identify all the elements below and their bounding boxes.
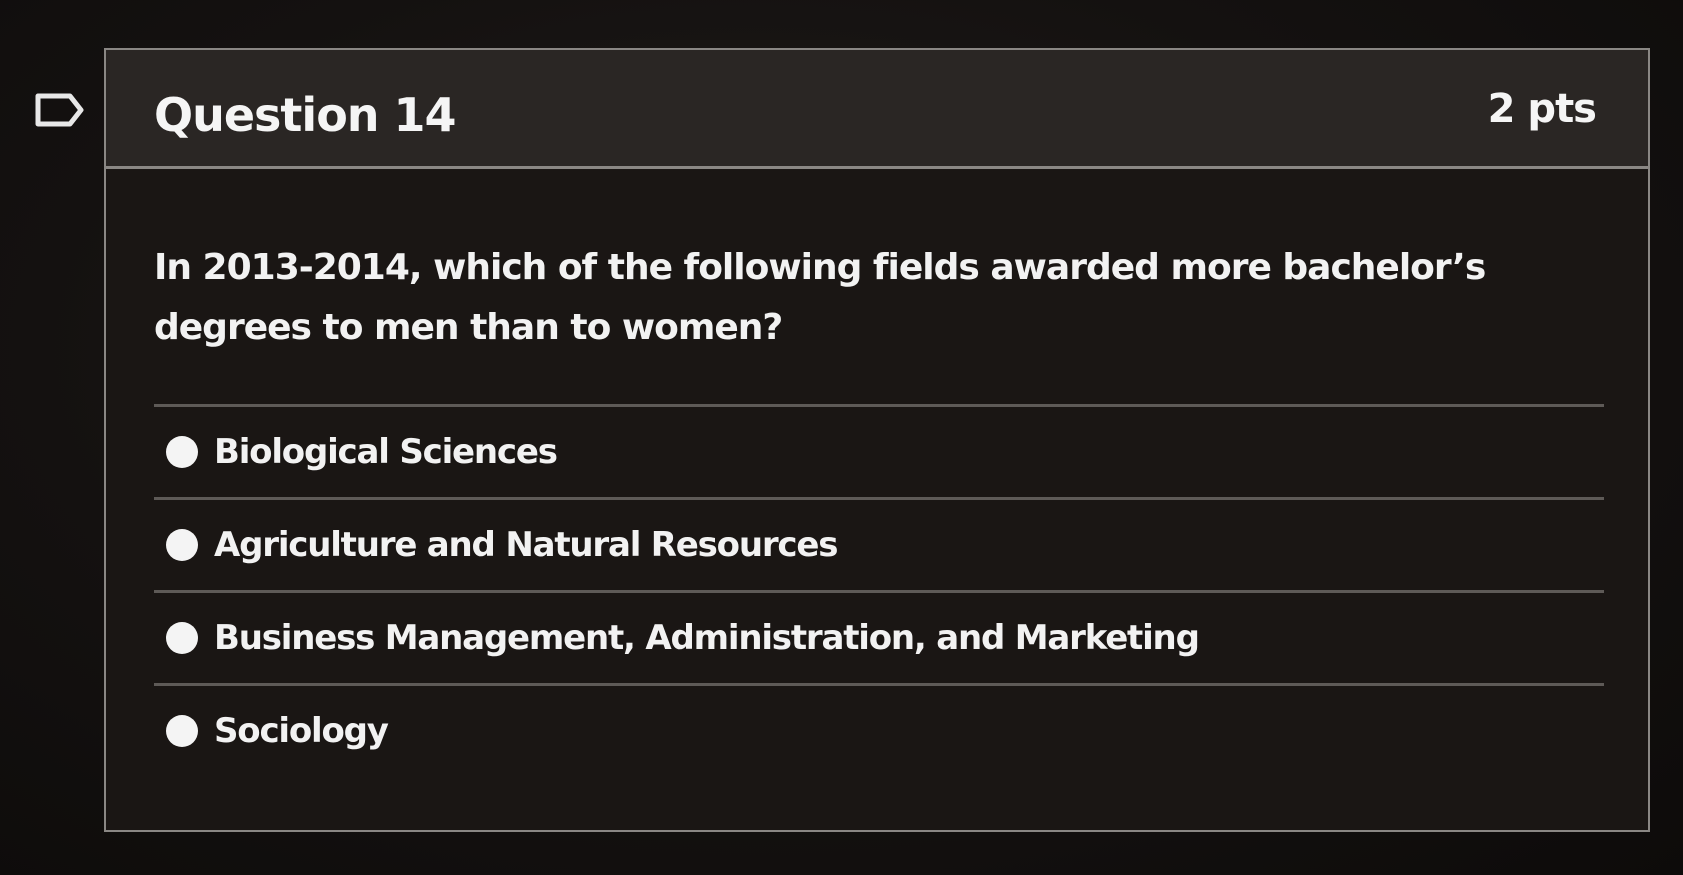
answer-label[interactable]: Agriculture and Natural Resources	[214, 525, 838, 565]
answer-label[interactable]: Sociology	[214, 711, 389, 751]
answer-option[interactable]: Agriculture and Natural Resources	[154, 497, 1604, 590]
question-title: Question 14	[154, 88, 457, 142]
question-points: 2 pts	[1487, 86, 1597, 132]
answer-list: Biological Sciences Agriculture and Natu…	[154, 404, 1604, 776]
radio-button[interactable]	[166, 529, 198, 561]
answer-option[interactable]: Business Management, Administration, and…	[154, 590, 1604, 683]
answer-option[interactable]: Biological Sciences	[154, 404, 1604, 497]
radio-button[interactable]	[166, 715, 198, 747]
radio-button[interactable]	[166, 622, 198, 654]
answer-option[interactable]: Sociology	[154, 683, 1604, 776]
question-header: Question 14 2 pts	[106, 50, 1648, 169]
question-text: In 2013-2014, which of the following fie…	[154, 247, 1486, 348]
radio-button[interactable]	[166, 436, 198, 468]
answer-label[interactable]: Business Management, Administration, and…	[214, 618, 1200, 658]
flag-question-icon[interactable]	[34, 92, 86, 128]
question-card: Question 14 2 pts In 2013-2014, which of…	[104, 48, 1650, 832]
answer-label[interactable]: Biological Sciences	[214, 432, 558, 472]
